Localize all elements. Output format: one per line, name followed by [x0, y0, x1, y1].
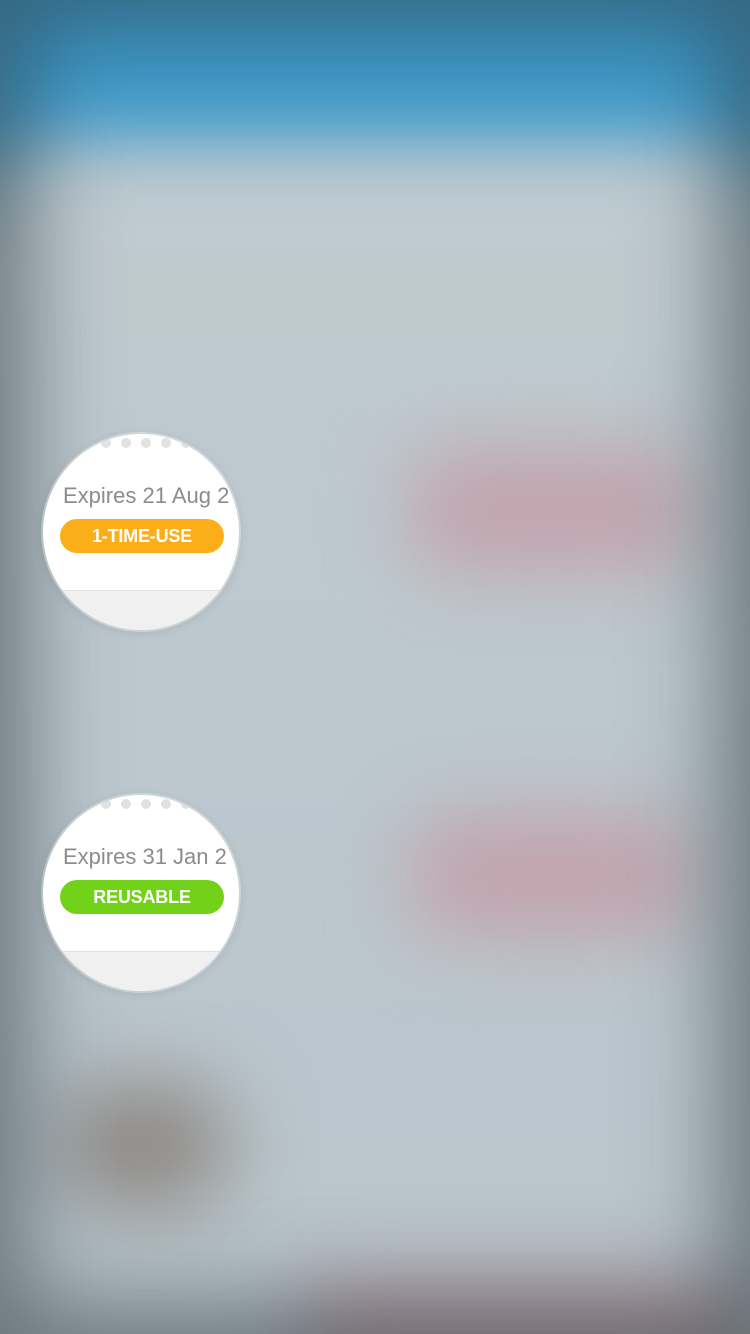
coupon-footer [43, 590, 239, 630]
one-time-use-badge: 1-TIME-USE [60, 519, 224, 553]
coupon-footer [43, 951, 239, 991]
coupon-magnifier-2: Expires 31 Jan 2 REUSABLE [43, 795, 239, 991]
blurred-screen: Expires 21 Aug 2 1-TIME-USE Expires 31 J… [0, 0, 750, 1334]
coupon-expiry: Expires 31 Jan 2 [63, 844, 227, 869]
reusable-badge: REUSABLE [60, 880, 224, 914]
blurred-footer [300, 1280, 750, 1334]
perforation-dots [101, 799, 211, 809]
coupon-magnifier-1: Expires 21 Aug 2 1-TIME-USE [43, 434, 239, 630]
blurred-coupon-action-2 [410, 815, 690, 935]
coupon-expiry: Expires 21 Aug 2 [63, 483, 230, 508]
blurred-coupon-action-1 [410, 450, 690, 570]
blurred-image [60, 1080, 230, 1210]
perforation-dots [101, 438, 211, 448]
